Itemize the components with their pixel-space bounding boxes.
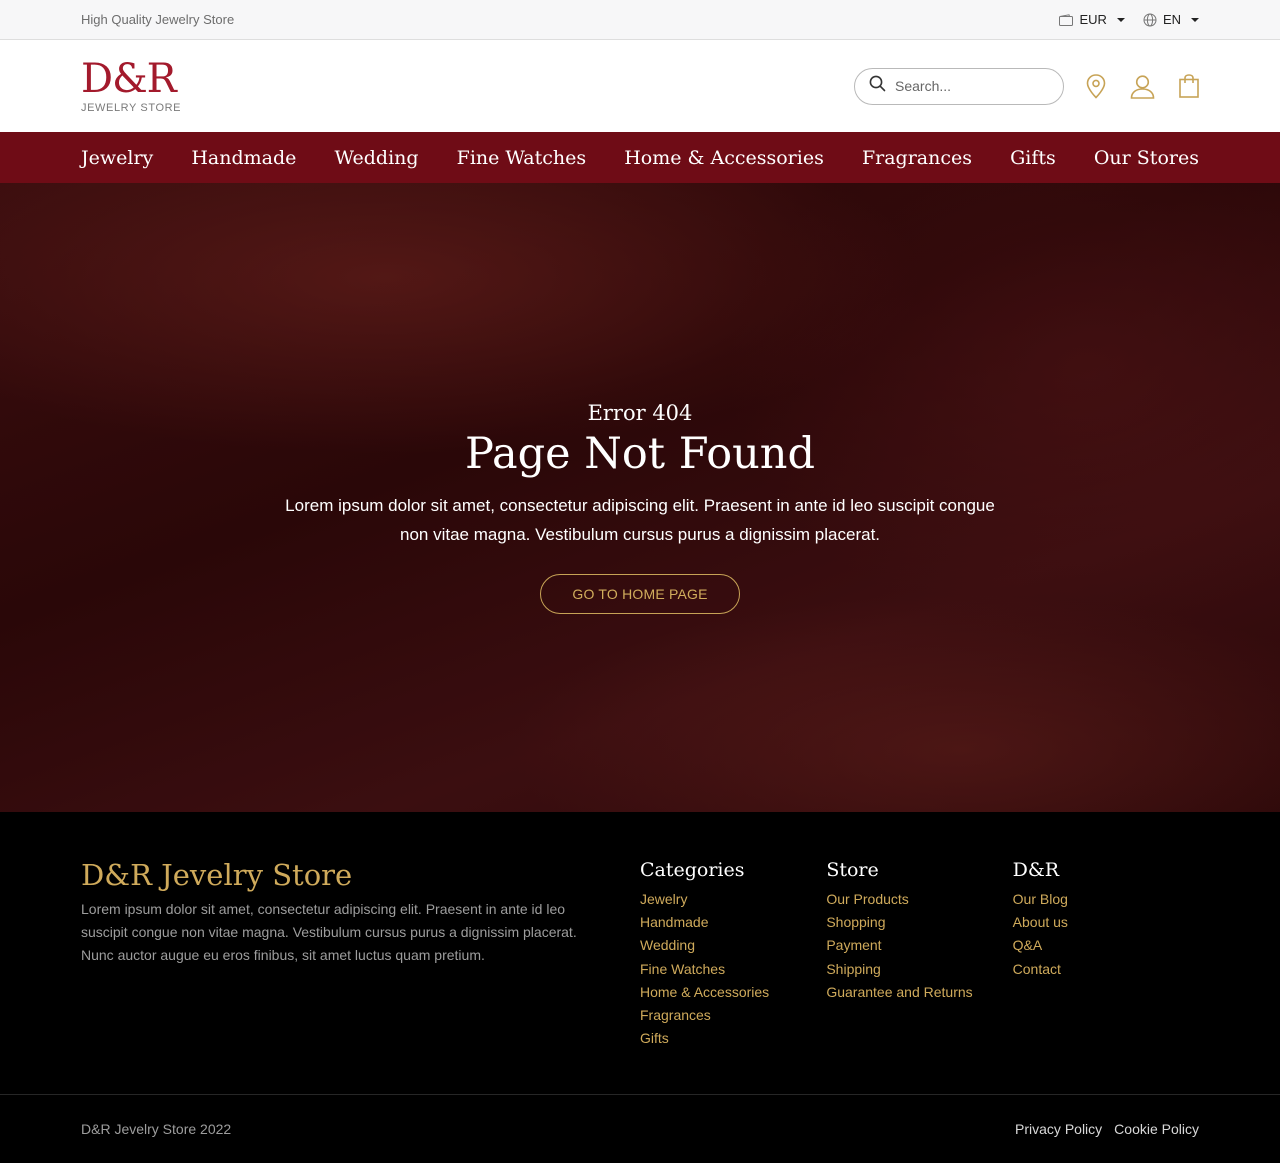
footer-link[interactable]: Payment — [826, 934, 1012, 957]
currency-selector[interactable]: EUR — [1059, 12, 1125, 27]
footer-link[interactable]: Fine Watches — [640, 958, 826, 981]
footer-link[interactable]: Handmade — [640, 911, 826, 934]
language-label: EN — [1162, 12, 1181, 27]
footer-column-title: Categories — [640, 859, 745, 881]
store-tagline: High Quality Jewelry Store — [81, 12, 235, 27]
footer-link[interactable]: Guarantee and Returns — [826, 981, 1012, 1004]
nav-item-gifts[interactable]: Gifts — [1010, 147, 1056, 169]
error-hero: Error 404 Page Not Found Lorem ipsum dol… — [0, 183, 1280, 812]
nav-item-fragrances[interactable]: Fragrances — [862, 147, 972, 169]
search-icon[interactable] — [869, 75, 886, 97]
footer-brand: D&R Jevelry Store Lorem ipsum dolor sit … — [81, 856, 640, 1094]
nav-item-our-stores[interactable]: Our Stores — [1094, 147, 1199, 169]
wallet-icon — [1059, 13, 1074, 26]
store-locator-icon[interactable] — [1086, 73, 1106, 99]
copyright-text: D&R Jevelry Store 2022 — [81, 1121, 232, 1137]
nav-item-handmade[interactable]: Handmade — [191, 147, 296, 169]
footer-link[interactable]: Our Products — [826, 888, 1012, 911]
footer-column-categories: Categories Jewelry Handmade Wedding Fine… — [640, 856, 826, 1094]
nav-item-jewelry[interactable]: Jewelry — [81, 147, 153, 169]
footer-link[interactable]: Fragrances — [640, 1004, 826, 1027]
shopping-bag-icon[interactable] — [1179, 74, 1199, 98]
main-navigation: Jewelry Handmade Wedding Fine Watches Ho… — [0, 132, 1280, 183]
search-box — [854, 67, 1064, 105]
footer-column-title: Store — [826, 859, 879, 881]
footer-brand-title: D&R Jevelry Store — [81, 858, 353, 892]
chevron-down-icon — [1191, 17, 1199, 22]
nav-item-wedding[interactable]: Wedding — [335, 147, 419, 169]
footer-link[interactable]: Jewelry — [640, 888, 826, 911]
footer-link[interactable]: Shipping — [826, 958, 1012, 981]
globe-icon — [1143, 13, 1157, 27]
error-description: Lorem ipsum dolor sit amet, consectetur … — [285, 496, 995, 544]
footer-link[interactable]: Q&A — [1013, 934, 1199, 957]
search-input[interactable] — [895, 78, 1035, 94]
chevron-down-icon — [1116, 17, 1125, 22]
footer-bottom-bar: D&R Jevelry Store 2022 Privacy Policy Co… — [0, 1095, 1280, 1163]
footer-link[interactable]: Wedding — [640, 934, 826, 957]
footer-link[interactable]: About us — [1013, 911, 1199, 934]
privacy-policy-link[interactable]: Privacy Policy — [1015, 1121, 1102, 1137]
site-header: D&R JEWELRY STORE — [0, 40, 1280, 132]
footer-link[interactable]: Contact — [1013, 958, 1199, 981]
footer-column-title: D&R — [1012, 859, 1060, 881]
footer-link[interactable]: Home & Accessories — [640, 981, 826, 1004]
cookie-policy-link[interactable]: Cookie Policy — [1114, 1121, 1199, 1137]
top-bar: High Quality Jewelry Store EUR EN — [0, 0, 1280, 40]
footer-link[interactable]: Our Blog — [1013, 888, 1199, 911]
currency-label: EUR — [1079, 12, 1107, 27]
nav-item-home-accessories[interactable]: Home & Accessories — [624, 147, 824, 169]
footer-column-store: Store Our Products Shopping Payment Ship… — [826, 856, 1012, 1094]
language-selector[interactable]: EN — [1143, 12, 1199, 27]
footer-column-dr: D&R Our Blog About us Q&A Contact — [1013, 856, 1199, 1094]
site-footer: D&R Jevelry Store Lorem ipsum dolor sit … — [0, 812, 1280, 1095]
legal-links: Privacy Policy Cookie Policy — [1015, 1121, 1199, 1137]
user-account-icon[interactable] — [1130, 74, 1155, 99]
nav-item-fine-watches[interactable]: Fine Watches — [457, 147, 587, 169]
footer-brand-text: Lorem ipsum dolor sit amet, consectetur … — [81, 901, 577, 963]
logo-mark: D&R — [81, 55, 177, 102]
logo-subtitle: JEWELRY STORE — [81, 101, 182, 114]
error-code: Error 404 — [587, 401, 693, 425]
footer-link[interactable]: Shopping — [826, 911, 1012, 934]
page-title: Page Not Found — [464, 429, 816, 479]
locale-selectors: EUR EN — [1059, 12, 1199, 27]
footer-link[interactable]: Gifts — [640, 1027, 826, 1050]
store-logo[interactable]: D&R JEWELRY STORE — [81, 59, 181, 114]
header-actions — [854, 67, 1199, 105]
go-home-button[interactable]: GO TO HOME PAGE — [540, 574, 740, 614]
